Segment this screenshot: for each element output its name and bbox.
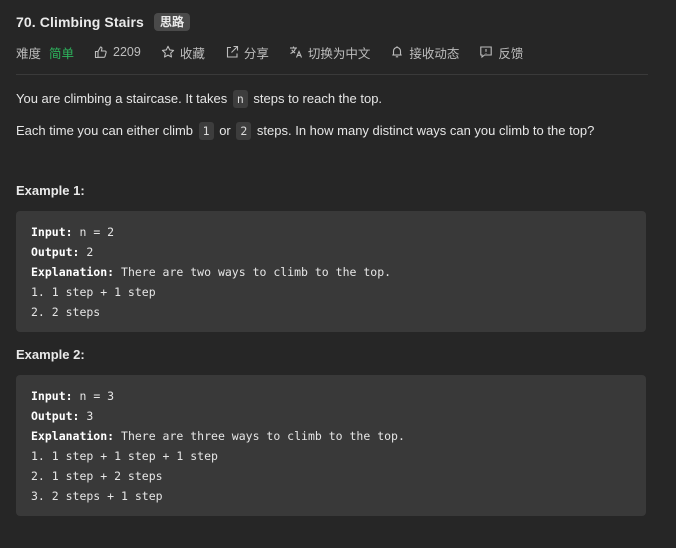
example-explanation-line: Explanation: There are three ways to cli… [31,426,631,446]
star-icon [161,45,175,59]
example-1-block: Input: n = 2 Output: 2 Explanation: Ther… [16,211,646,332]
output-value: 2 [79,245,94,259]
statement-text: or [215,123,235,138]
problem-title[interactable]: 70. Climbing Stairs [16,14,144,30]
solution-tag[interactable]: 思路 [153,13,190,31]
input-value: n = 3 [72,389,115,403]
feedback-label: 反馈 [498,46,524,61]
example-2-block: Input: n = 3 Output: 3 Explanation: Ther… [16,375,646,516]
difficulty-value: 简单 [49,46,75,61]
statement-paragraph-2: Each time you can either climb 1 or 2 st… [16,121,660,141]
feedback-icon [479,45,493,59]
translate-label: 切换为中文 [307,46,371,61]
translate-button[interactable]: 切换为中文 [289,43,371,62]
output-label: Output: [31,245,80,259]
inline-code: 2 [236,122,252,140]
output-value: 3 [79,409,94,423]
example-output-line: Output: 3 [31,406,631,426]
problem-statement: You are climbing a staircase. It takes n… [16,89,660,141]
statement-text: steps. In how many distinct ways can you… [253,123,595,138]
statement-text: Each time you can either climb [16,123,197,138]
like-count: 2209 [113,45,141,59]
problem-description-panel: 70. Climbing Stairs 思路 难度 简单 2209 收藏 分享 … [0,11,676,548]
subscribe-label: 接收动态 [409,46,460,61]
explanation-label: Explanation: [31,429,115,443]
input-value: n = 2 [72,225,115,239]
example-explanation-line: Explanation: There are two ways to climb… [31,262,631,282]
favorite-label: 收藏 [179,46,205,61]
example-1-title: Example 1: [16,183,85,198]
inline-code: 1 [198,122,214,140]
share-label: 分享 [243,46,269,61]
share-button[interactable]: 分享 [225,43,269,62]
statement-text: steps to reach the top. [249,91,383,106]
example-input-line: Input: n = 3 [31,386,631,406]
inline-code: n [232,90,248,108]
example-step-line: 2. 2 steps [31,305,101,319]
divider [16,74,648,75]
explanation-value: There are three ways to climb to the top… [114,429,405,443]
favorite-button[interactable]: 收藏 [161,43,205,62]
feedback-button[interactable]: 反馈 [479,43,523,62]
input-label: Input: [31,389,73,403]
example-output-line: Output: 2 [31,242,631,262]
bell-icon [390,45,404,59]
example-step-line: 2. 1 step + 2 steps [31,469,163,483]
difficulty: 难度 简单 [16,43,74,62]
example-2-title: Example 2: [16,347,85,362]
title-row: 70. Climbing Stairs 思路 [16,11,660,33]
statement-paragraph-1: You are climbing a staircase. It takes n… [16,89,660,109]
example-step-line: 1. 1 step + 1 step + 1 step [31,449,218,463]
explanation-label: Explanation: [31,265,115,279]
example-step-line: 3. 2 steps + 1 step [31,489,163,503]
example-step-line: 1. 1 step + 1 step [31,285,156,299]
explanation-value: There are two ways to climb to the top. [114,265,392,279]
meta-toolbar: 难度 简单 2209 收藏 分享 切换为中文 接收动态 反馈 [16,42,660,62]
difficulty-label: 难度 [16,46,42,61]
input-label: Input: [31,225,73,239]
like-button[interactable]: 2209 [94,45,141,59]
example-input-line: Input: n = 2 [31,222,631,242]
output-label: Output: [31,409,80,423]
share-icon [225,45,239,59]
thumbs-up-icon [94,45,108,59]
translate-icon [289,45,303,59]
subscribe-button[interactable]: 接收动态 [390,43,459,62]
statement-text: You are climbing a staircase. It takes [16,91,231,106]
